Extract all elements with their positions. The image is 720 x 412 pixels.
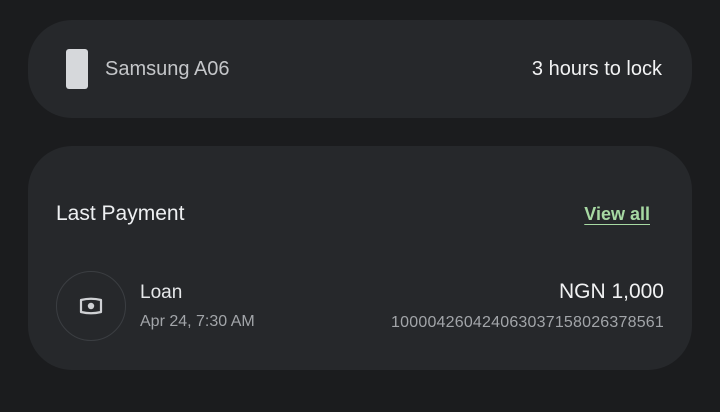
view-all-link[interactable]: View all (584, 204, 650, 225)
payment-header: Last Payment View all (56, 202, 650, 226)
payment-title: Loan (140, 281, 183, 303)
payment-item[interactable]: Loan Apr 24, 7:30 AM NGN 1,000 100004260… (56, 270, 664, 342)
payment-details: Loan Apr 24, 7:30 AM (140, 282, 391, 331)
phone-icon (66, 49, 88, 89)
payment-amount-block: NGN 1,000 100004260424063037158026378561 (391, 280, 664, 332)
device-card[interactable]: Samsung A06 3 hours to lock (28, 20, 692, 118)
cash-icon (79, 297, 103, 315)
device-name: Samsung A06 (105, 57, 230, 80)
section-title: Last Payment (56, 202, 185, 225)
lock-countdown: 3 hours to lock (531, 57, 662, 80)
payment-amount: NGN 1,000 (558, 280, 664, 303)
last-payment-card: Last Payment View all Loan Apr 24, 7:30 … (28, 146, 692, 370)
payment-reference: 100004260424063037158026378561 (391, 314, 664, 331)
payment-icon-circle (56, 271, 126, 341)
payment-datetime: Apr 24, 7:30 AM (140, 312, 255, 330)
